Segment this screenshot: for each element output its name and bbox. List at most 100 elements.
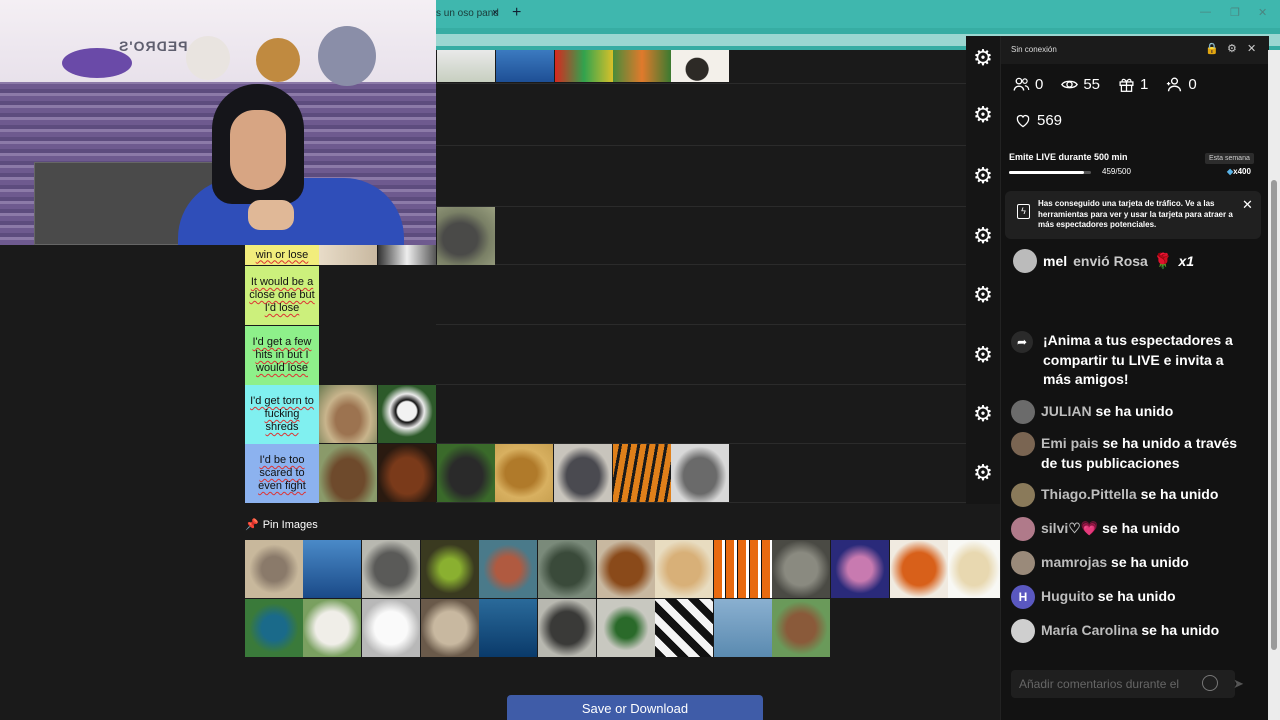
tier-label-2[interactable]: It would be a close one but I'd lose — [245, 266, 319, 325]
snake-image[interactable] — [437, 50, 495, 82]
kangaroo-image[interactable] — [245, 540, 303, 598]
gear-icon[interactable]: ⚙ — [966, 207, 1000, 265]
gorilla-image[interactable] — [437, 444, 495, 502]
swan-image[interactable] — [362, 599, 420, 657]
panda-image[interactable] — [378, 385, 436, 443]
chat-user[interactable]: Thiago.Pittella — [1041, 486, 1137, 502]
avatar[interactable]: H — [1011, 585, 1035, 609]
followers-count: 0 — [1188, 76, 1197, 93]
elephant-image[interactable] — [362, 540, 420, 598]
octopus-image[interactable] — [831, 540, 889, 598]
send-icon[interactable]: ➤ — [1233, 676, 1244, 692]
add-user-icon — [1167, 77, 1182, 92]
goat-image[interactable] — [772, 599, 830, 657]
peacock-image[interactable] — [245, 599, 303, 657]
tier-label-5[interactable]: I'd be too scared to even fight — [245, 444, 319, 503]
clownfish-image[interactable] — [714, 540, 772, 598]
chat-message: se ha unido — [1097, 588, 1176, 604]
chat-user[interactable]: silvi♡💗 — [1041, 520, 1098, 536]
tier-row-4 — [436, 385, 966, 444]
sheep-image[interactable] — [303, 599, 361, 657]
scrollbar[interactable] — [1268, 50, 1280, 720]
gear-icon[interactable]: ⚙ — [966, 326, 1000, 384]
chat-item: H Huguito se ha unido — [1011, 585, 1251, 609]
shark-image[interactable] — [303, 540, 361, 598]
save-or-download-button[interactable]: Save or Download — [507, 695, 763, 720]
minimize-icon[interactable]: — — [1200, 6, 1211, 18]
tier-label-1[interactable]: win or lose — [245, 245, 319, 265]
hippo-image[interactable] — [554, 444, 612, 502]
lock-icon[interactable]: 🔒 — [1205, 42, 1219, 55]
avatar[interactable] — [1011, 619, 1035, 643]
chat-message: se ha unido — [1111, 554, 1189, 570]
eagle-image[interactable] — [378, 245, 436, 265]
tab-close-icon[interactable]: × — [492, 7, 498, 19]
tiger-image[interactable] — [613, 444, 671, 502]
sea-image[interactable] — [496, 50, 554, 82]
share-icon[interactable]: ➦ — [1011, 331, 1033, 353]
close-panel-icon[interactable]: ✕ — [1247, 42, 1256, 55]
chat-user[interactable]: María Carolina — [1041, 622, 1137, 638]
chat-user[interactable]: Emi pais — [1041, 435, 1099, 451]
avatar[interactable] — [1011, 432, 1035, 456]
monkey-image[interactable] — [671, 50, 729, 82]
owl-image[interactable] — [421, 599, 479, 657]
emoji-icon[interactable] — [1202, 675, 1218, 691]
gear-icon[interactable]: ⚙ — [966, 147, 1000, 205]
settings-icon[interactable]: ⚙ — [1227, 42, 1237, 55]
crab-image[interactable] — [890, 540, 948, 598]
horse-image[interactable] — [597, 540, 655, 598]
starfish-image[interactable] — [479, 540, 537, 598]
seal-image[interactable] — [538, 599, 596, 657]
new-tab-button[interactable]: + — [512, 4, 521, 22]
dog-image[interactable] — [319, 245, 377, 265]
notice-text: Has conseguido una tarjeta de tráfico. V… — [1038, 199, 1233, 229]
tier-label-4[interactable]: I'd get torn to fucking shreds — [245, 385, 319, 444]
restore-icon[interactable]: ❐ — [1230, 6, 1240, 19]
gear-icon[interactable]: ⚙ — [966, 444, 1000, 502]
orangutan-image[interactable] — [378, 444, 436, 502]
chat-user[interactable]: mamrojas — [1041, 554, 1107, 570]
joined-stat: 0 — [1013, 76, 1043, 93]
tier-row-empty-b — [436, 147, 966, 207]
crocodile-image[interactable] — [538, 540, 596, 598]
close-window-icon[interactable]: ✕ — [1258, 6, 1267, 19]
komodo-dragon-image[interactable] — [437, 207, 495, 265]
goal-progress-text: 459/500 — [1102, 167, 1131, 176]
chat-message: se ha unido — [1140, 486, 1219, 502]
chat-user[interactable]: Huguito — [1041, 588, 1094, 604]
gear-icon[interactable]: ⚙ — [966, 86, 1000, 144]
avatar[interactable] — [1011, 551, 1035, 575]
chat-user[interactable]: JULIAN — [1041, 403, 1092, 419]
tier-label-3[interactable]: I'd get a few hits in but I would lose — [245, 326, 319, 385]
whale-image[interactable] — [479, 599, 537, 657]
duck-image[interactable] — [597, 599, 655, 657]
bird-image[interactable] — [613, 50, 671, 82]
chat-item: Emi pais se ha unido a través de tus pub… — [1011, 432, 1251, 473]
cheetah-image[interactable] — [655, 540, 713, 598]
gear-icon[interactable]: ⚙ — [966, 266, 1000, 324]
avatar[interactable] — [1011, 400, 1035, 424]
gear-icon[interactable]: ⚙ — [966, 36, 1000, 80]
bear-image[interactable] — [319, 444, 377, 502]
gear-icon[interactable]: ⚙ — [966, 385, 1000, 443]
goal-progress-fill — [1009, 171, 1085, 174]
avatar[interactable] — [1011, 517, 1035, 541]
cow-image[interactable] — [655, 599, 713, 657]
deer-image[interactable] — [319, 385, 377, 443]
cat-image[interactable] — [772, 540, 830, 598]
views-count: 55 — [1083, 76, 1101, 93]
python-image[interactable] — [421, 540, 479, 598]
gift-action: envió Rosa — [1073, 253, 1148, 269]
notice-close-icon[interactable]: ✕ — [1242, 197, 1253, 213]
golden-retriever-image[interactable] — [948, 540, 1000, 598]
likes-stat: 569 — [1015, 112, 1062, 129]
avatar[interactable] — [1013, 249, 1037, 273]
macaw-image[interactable] — [555, 50, 613, 82]
scrollbar-thumb[interactable] — [1271, 180, 1277, 650]
rhino-image[interactable] — [671, 444, 729, 502]
lion-image[interactable] — [495, 444, 553, 502]
avatar[interactable] — [1011, 483, 1035, 507]
gift-user[interactable]: mel — [1043, 253, 1067, 269]
dolphin-image[interactable] — [714, 599, 772, 657]
